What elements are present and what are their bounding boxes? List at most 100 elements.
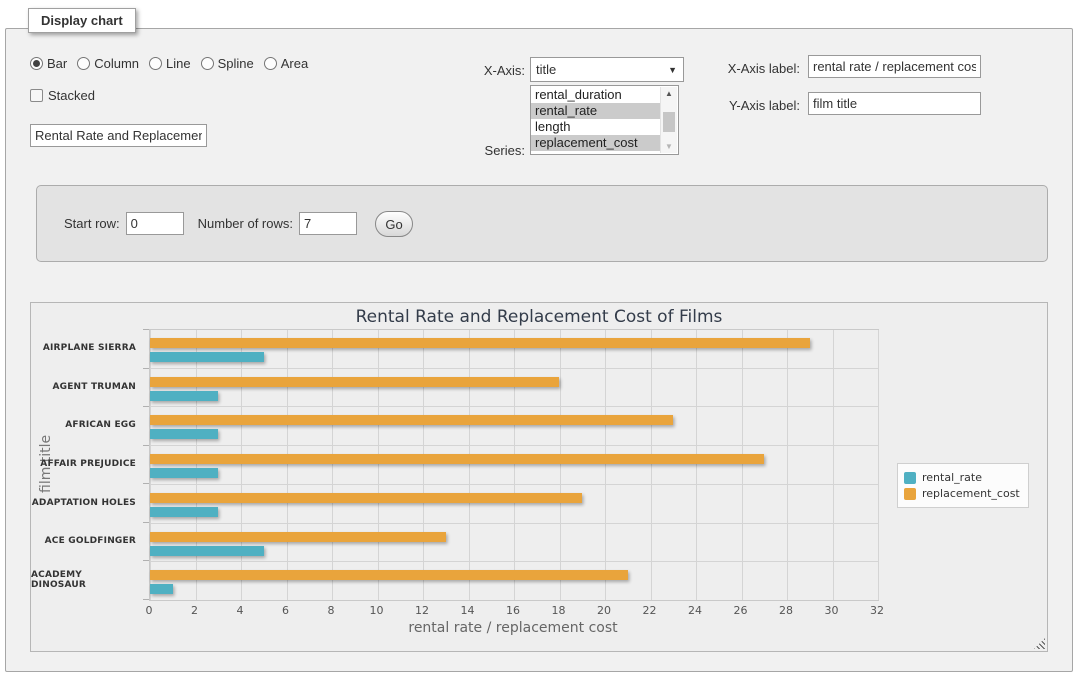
category-label: ACADEMY DINOSAUR: [31, 560, 143, 599]
radio-bar[interactable]: Bar: [30, 56, 67, 71]
radio-circle-icon[interactable]: [149, 57, 162, 70]
xaxis-title: rental rate / replacement cost: [149, 620, 877, 636]
radio-circle-icon[interactable]: [264, 57, 277, 70]
category-label: ADAPTATION HOLES: [31, 483, 143, 522]
chart-container: Rental Rate and Replacement Cost of Film…: [30, 302, 1048, 652]
series-listbox[interactable]: rental_durationrental_ratelengthreplacem…: [530, 85, 679, 155]
xaxis-selected-value: title: [536, 62, 556, 77]
category-band: [150, 524, 878, 563]
stacked-label: Stacked: [48, 88, 95, 103]
row-controls-strip: Start row: Number of rows: Go: [36, 185, 1048, 262]
gridline: [878, 330, 879, 600]
bar-replacement_cost: [150, 532, 446, 542]
category-tick: [143, 522, 149, 523]
category-tick: [143, 445, 149, 446]
x-tick-label: 14: [461, 604, 475, 617]
category-label: ACE GOLDFINGER: [31, 522, 143, 561]
bar-rental_rate: [150, 584, 173, 594]
scroll-down-icon[interactable]: ▼: [661, 140, 677, 153]
chevron-down-icon: ▼: [668, 65, 677, 75]
x-tick-label: 24: [688, 604, 702, 617]
category-band: [150, 369, 878, 408]
fieldset-legend: Display chart: [28, 8, 136, 33]
bar-replacement_cost: [150, 454, 764, 464]
x-tick-label: 10: [370, 604, 384, 617]
x-tick-label: 30: [825, 604, 839, 617]
go-button[interactable]: Go: [375, 211, 413, 237]
series-label: Series:: [455, 143, 525, 158]
radio-circle-icon[interactable]: [30, 57, 43, 70]
radio-label: Spline: [218, 56, 254, 71]
stacked-checkbox[interactable]: [30, 89, 43, 102]
legend-item[interactable]: rental_rate: [904, 471, 1020, 484]
legend-label: rental_rate: [922, 471, 982, 484]
bar-replacement_cost: [150, 377, 559, 387]
category-tick: [143, 329, 149, 330]
radio-column[interactable]: Column: [77, 56, 139, 71]
series-scrollbar[interactable]: ▲ ▼: [660, 87, 677, 153]
chart-type-radio-group: Bar Column Line Spline Area: [30, 56, 308, 71]
bar-replacement_cost: [150, 415, 673, 425]
series-option[interactable]: rental_rate: [531, 103, 661, 119]
chart-title-input[interactable]: [30, 124, 207, 147]
stacked-checkbox-row: Stacked: [30, 88, 95, 103]
x-tick-label: 16: [506, 604, 520, 617]
x-tick-label: 32: [870, 604, 884, 617]
app-root: Display chart Bar Column Line Spline Area St…: [0, 0, 1081, 681]
chart-legend: rental_rate replacement_cost: [897, 463, 1029, 508]
legend-item[interactable]: replacement_cost: [904, 487, 1020, 500]
radio-circle-icon[interactable]: [77, 57, 90, 70]
yaxis-label-input[interactable]: [808, 92, 981, 115]
start-row-input[interactable]: [126, 212, 184, 235]
x-tick-label: 2: [191, 604, 198, 617]
xaxis-label-label: X-Axis label:: [703, 61, 800, 76]
radio-label: Bar: [47, 56, 67, 71]
x-tick-label: 6: [282, 604, 289, 617]
bar-rental_rate: [150, 352, 264, 362]
category-band: [150, 330, 878, 369]
series-option[interactable]: replacement_cost: [531, 135, 661, 151]
x-tick-label: 28: [779, 604, 793, 617]
x-tick-label: 4: [237, 604, 244, 617]
radio-label: Area: [281, 56, 308, 71]
category-band: [150, 562, 878, 600]
category-tick: [143, 406, 149, 407]
bar-rental_rate: [150, 507, 218, 517]
bar-bands: [150, 330, 878, 600]
category-band: [150, 446, 878, 485]
category-tick: [143, 368, 149, 369]
value-axis-labels: 02468101214161820222426283032: [149, 604, 877, 618]
xaxis-label-input[interactable]: [808, 55, 981, 78]
category-label: AFRICAN EGG: [31, 406, 143, 445]
radio-spline[interactable]: Spline: [201, 56, 254, 71]
xaxis-select[interactable]: title ▼: [530, 57, 684, 82]
category-axis-labels: AIRPLANE SIERRAAGENT TRUMANAFRICAN EGGAF…: [31, 329, 143, 599]
series-option[interactable]: rental_duration: [531, 87, 661, 103]
radio-circle-icon[interactable]: [201, 57, 214, 70]
series-option[interactable]: length: [531, 119, 661, 135]
radio-line[interactable]: Line: [149, 56, 191, 71]
bar-rental_rate: [150, 546, 264, 556]
chart-title: Rental Rate and Replacement Cost of Film…: [31, 307, 1047, 327]
xaxis-select-label: X-Axis:: [455, 63, 525, 78]
bar-replacement_cost: [150, 570, 628, 580]
x-tick-label: 12: [415, 604, 429, 617]
category-label: AIRPLANE SIERRA: [31, 329, 143, 368]
category-tick: [143, 560, 149, 561]
category-tick: [143, 483, 149, 484]
legend-swatch: [904, 488, 916, 500]
series-options: rental_durationrental_ratelengthreplacem…: [531, 87, 661, 151]
num-rows-input[interactable]: [299, 212, 357, 235]
radio-area[interactable]: Area: [264, 56, 308, 71]
scroll-up-icon[interactable]: ▲: [661, 87, 677, 100]
x-tick-label: 18: [552, 604, 566, 617]
x-tick-label: 8: [328, 604, 335, 617]
category-label: AFFAIR PREJUDICE: [31, 445, 143, 484]
bar-rental_rate: [150, 429, 218, 439]
category-band: [150, 485, 878, 524]
legend-label: replacement_cost: [922, 487, 1020, 500]
scrollbar-thumb[interactable]: [663, 112, 675, 132]
x-tick-label: 22: [643, 604, 657, 617]
bar-replacement_cost: [150, 493, 582, 503]
resize-handle-icon[interactable]: [1034, 638, 1045, 649]
